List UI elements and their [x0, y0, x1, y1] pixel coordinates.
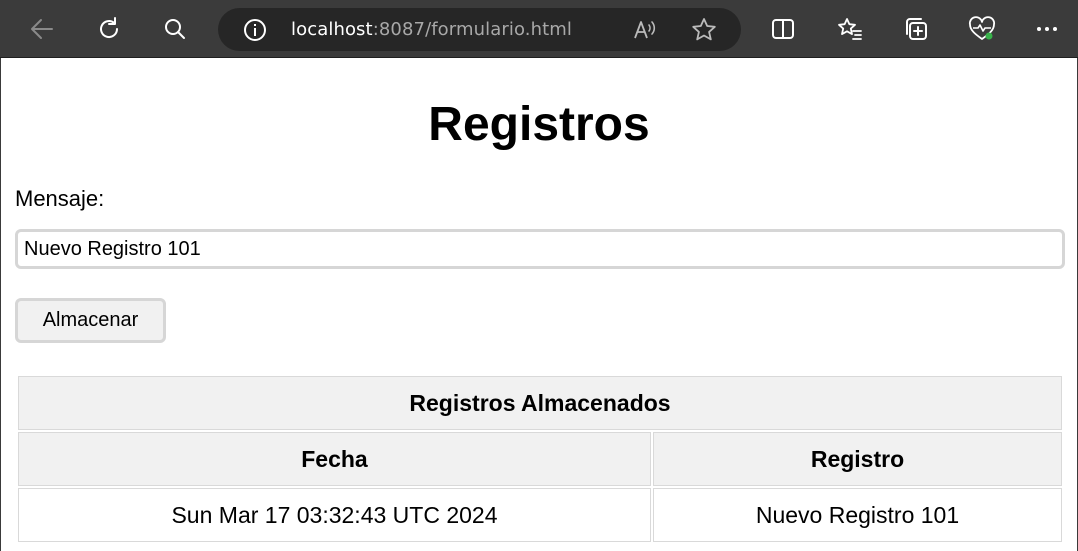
cell-registro: Nuevo Registro 101	[653, 488, 1062, 542]
url-host: localhost	[291, 19, 373, 40]
address-bar[interactable]: localhost:8087/formulario.html	[218, 8, 741, 51]
favorite-star-icon	[692, 18, 716, 41]
back-icon	[31, 19, 53, 39]
table-caption: Registros Almacenados	[18, 376, 1062, 430]
message-input[interactable]	[15, 229, 1065, 269]
refresh-icon	[100, 17, 119, 38]
favorites-button[interactable]	[834, 13, 866, 45]
table-caption-row: Registros Almacenados	[18, 376, 1062, 430]
more-menu-button[interactable]	[1031, 13, 1063, 45]
search-icon	[165, 19, 185, 39]
add-favorite-button[interactable]	[688, 14, 720, 46]
read-aloud-icon	[634, 21, 656, 39]
page-title: Registros	[428, 98, 650, 151]
url-path: :8087/formulario.html	[372, 19, 572, 40]
collections-icon	[906, 18, 927, 40]
column-header-registro: Registro	[653, 432, 1062, 486]
cell-fecha: Sun Mar 17 03:32:43 UTC 2024	[18, 488, 651, 542]
refresh-button[interactable]	[93, 13, 125, 45]
browser-essentials-icon	[969, 16, 995, 40]
message-label: Mensaje:	[15, 186, 105, 211]
favorites-list-icon	[838, 18, 862, 40]
collections-button[interactable]	[900, 13, 932, 45]
records-table: Registros Almacenados Fecha Registro Sun…	[16, 374, 1064, 544]
table-header-row: Fecha Registro	[18, 432, 1062, 486]
browser-toolbar: localhost:8087/formulario.html	[0, 0, 1078, 58]
info-icon	[244, 19, 266, 41]
read-aloud-button[interactable]	[628, 14, 660, 46]
split-screen-button[interactable]	[767, 13, 799, 45]
split-screen-icon	[772, 19, 794, 39]
table-row: Sun Mar 17 03:32:43 UTC 2024 Nuevo Regis…	[18, 488, 1062, 542]
url-text[interactable]: localhost:8087/formulario.html	[291, 19, 572, 40]
site-info-button[interactable]	[239, 14, 271, 46]
page-content: Registros Mensaje: Almacenar Registros A…	[0, 58, 1078, 551]
back-button[interactable]	[26, 13, 58, 45]
browser-essentials-button[interactable]	[966, 13, 998, 45]
search-button[interactable]	[159, 13, 191, 45]
save-button[interactable]: Almacenar	[15, 298, 166, 343]
column-header-fecha: Fecha	[18, 432, 651, 486]
more-menu-icon	[1037, 27, 1057, 31]
